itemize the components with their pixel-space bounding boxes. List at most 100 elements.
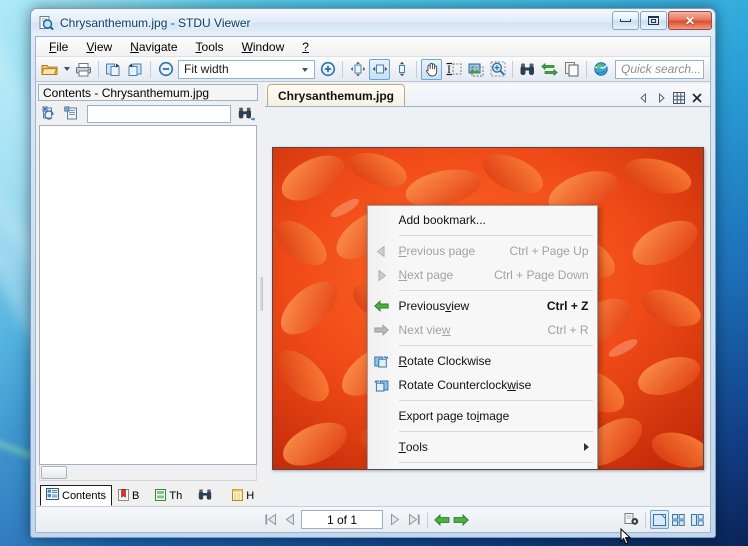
- triangle-left-icon: [373, 243, 390, 259]
- context-menu-item-previous-page[interactable]: P revious page Ctrl + Page Up: [368, 239, 597, 263]
- page-image[interactable]: Add bookmark... P revious page Ctrl + Pa…: [271, 147, 704, 470]
- history-icon: [232, 488, 244, 504]
- magnify-select-icon[interactable]: [487, 59, 508, 80]
- image-select-icon[interactable]: [465, 59, 486, 80]
- tab-grid-icon[interactable]: [672, 90, 686, 106]
- document-panel: Chrysanthemum.jpg Add bookmark... P revi…: [265, 82, 710, 506]
- panel-splitter[interactable]: [258, 82, 265, 506]
- context-menu-item-close[interactable]: Clo s e Ctrl + F4: [368, 466, 597, 469]
- page-number-input[interactable]: 1 of 1: [301, 510, 383, 529]
- copy-icon[interactable]: [561, 59, 582, 80]
- fit-width-icon[interactable]: [369, 58, 390, 80]
- panel-tab-history[interactable]: H: [226, 486, 258, 506]
- find-next-icon[interactable]: [236, 104, 256, 123]
- swap-arrows-icon[interactable]: [539, 59, 560, 80]
- prev-page-icon[interactable]: [280, 510, 299, 529]
- document-tab[interactable]: Chrysanthemum.jpg: [267, 84, 406, 106]
- zoom-out-icon[interactable]: [155, 59, 176, 80]
- zoom-level-value: Fit width: [184, 62, 229, 76]
- title-bar[interactable]: Chrysanthemum.jpg - STDU Viewer ✕: [31, 9, 715, 36]
- zoom-in-icon[interactable]: [317, 59, 338, 80]
- page-settings-icon[interactable]: [622, 510, 641, 529]
- context-menu-accelerator: Ctrl + R: [547, 323, 589, 337]
- context-menu-accelerator: Ctrl + Page Down: [494, 268, 589, 282]
- context-menu-mnemonic: w: [507, 378, 516, 392]
- open-folder-icon[interactable]: [39, 59, 60, 80]
- menu-navigate[interactable]: Navigate: [121, 38, 186, 56]
- panel-tab-bookmarks[interactable]: B: [112, 486, 145, 506]
- maximize-button[interactable]: [640, 11, 667, 30]
- zoom-level-combobox[interactable]: Fit width: [178, 59, 315, 79]
- menu-file[interactable]: File: [40, 38, 77, 56]
- context-menu[interactable]: Add bookmark... P revious page Ctrl + Pa…: [366, 205, 598, 469]
- toolbar-separator: [342, 60, 343, 78]
- context-menu-label: Add bookmark...: [398, 213, 486, 227]
- collapse-node-icon[interactable]: [62, 104, 82, 123]
- context-menu-accelerator: Ctrl + Page Up: [509, 244, 589, 258]
- scrollbar-thumb[interactable]: [41, 466, 67, 479]
- panel-horizontal-scrollbar[interactable]: [39, 465, 257, 481]
- expand-node-icon[interactable]: [40, 104, 60, 123]
- bookmarks-icon: [118, 488, 130, 504]
- context-menu-item-rotate-counterclockwise[interactable]: Rotate Counterclock w ise: [368, 373, 597, 397]
- gray-arrow-right-icon: [373, 322, 390, 338]
- page-previous-icon[interactable]: [103, 59, 124, 80]
- panel-toolbar: [38, 101, 258, 125]
- chevron-down-icon[interactable]: [61, 59, 72, 80]
- context-menu-separator: [398, 345, 593, 346]
- triangle-right-icon[interactable]: [654, 90, 668, 106]
- application-window: Chrysanthemum.jpg - STDU Viewer ✕ File V…: [30, 8, 716, 538]
- contents-tree[interactable]: [39, 125, 257, 465]
- context-menu-item-tools[interactable]: T ools: [368, 435, 597, 459]
- view-grid-icon[interactable]: [669, 510, 688, 529]
- binoculars-icon[interactable]: [517, 59, 538, 80]
- document-view-area[interactable]: Add bookmark... P revious page Ctrl + Pa…: [265, 107, 710, 506]
- page-next-icon[interactable]: [125, 59, 146, 80]
- context-menu-mnemonic: T: [398, 440, 406, 454]
- panel-tab-search[interactable]: [192, 486, 222, 506]
- menu-tools[interactable]: Tools: [187, 38, 233, 56]
- quick-search-input[interactable]: Quick search...: [615, 59, 704, 79]
- last-page-icon[interactable]: [404, 510, 423, 529]
- menu-help[interactable]: ?: [293, 38, 318, 56]
- panel-tab-contents[interactable]: Contents: [40, 485, 113, 506]
- triangle-left-icon[interactable]: [636, 90, 650, 106]
- text-select-icon[interactable]: I: [443, 59, 464, 80]
- document-tab-bar: Chrysanthemum.jpg: [265, 84, 710, 107]
- magnifier-document-icon: [38, 15, 54, 31]
- context-menu-item-export-page-to-image[interactable]: Export page to i mage: [368, 404, 597, 428]
- triangle-right-icon: [373, 267, 390, 283]
- hand-tool-icon[interactable]: [421, 58, 442, 80]
- menu-view[interactable]: View: [77, 38, 121, 56]
- view-split-icon[interactable]: [688, 510, 707, 529]
- green-forward-arrow-icon[interactable]: [451, 510, 470, 529]
- first-page-icon[interactable]: [261, 510, 280, 529]
- printer-icon[interactable]: [73, 59, 94, 80]
- context-menu-item-next-page[interactable]: N ext page Ctrl + Page Down: [368, 263, 597, 287]
- globe-search-icon[interactable]: [591, 59, 612, 80]
- page-number-value: 1 of 1: [326, 512, 358, 527]
- toolbar-separator: [98, 60, 99, 78]
- next-page-icon[interactable]: [385, 510, 404, 529]
- panel-filter-input[interactable]: [87, 104, 231, 123]
- context-menu-item-previous-view[interactable]: Previous v iew Ctrl + Z: [368, 294, 597, 318]
- context-menu-item-rotate-clockwise[interactable]: R otate Clockwise: [368, 349, 597, 373]
- chevron-down-icon[interactable]: [302, 67, 308, 72]
- splitter-grip[interactable]: [260, 277, 263, 311]
- green-back-arrow-icon[interactable]: [432, 510, 451, 529]
- view-single-page-icon[interactable]: [650, 510, 669, 529]
- panel-title: Contents - Chrysanthemum.jpg: [38, 84, 258, 101]
- toolbar-separator: [586, 60, 587, 78]
- minimize-button[interactable]: [612, 11, 639, 30]
- fit-height-icon[interactable]: [391, 59, 412, 80]
- context-menu-label: Next vie: [398, 323, 442, 337]
- fit-page-icon[interactable]: [347, 59, 368, 80]
- context-menu-item-next-view[interactable]: Next vie w Ctrl + R: [368, 318, 597, 342]
- context-menu-separator: [398, 431, 593, 432]
- context-menu-item-add-bookmark[interactable]: Add bookmark...: [368, 208, 597, 232]
- panel-tab-thumbnails[interactable]: Th: [149, 486, 188, 506]
- menu-window[interactable]: Window: [233, 38, 294, 56]
- close-button[interactable]: ✕: [668, 11, 712, 30]
- document-tab-label: Chrysanthemum.jpg: [278, 88, 395, 103]
- close-icon[interactable]: [690, 90, 704, 106]
